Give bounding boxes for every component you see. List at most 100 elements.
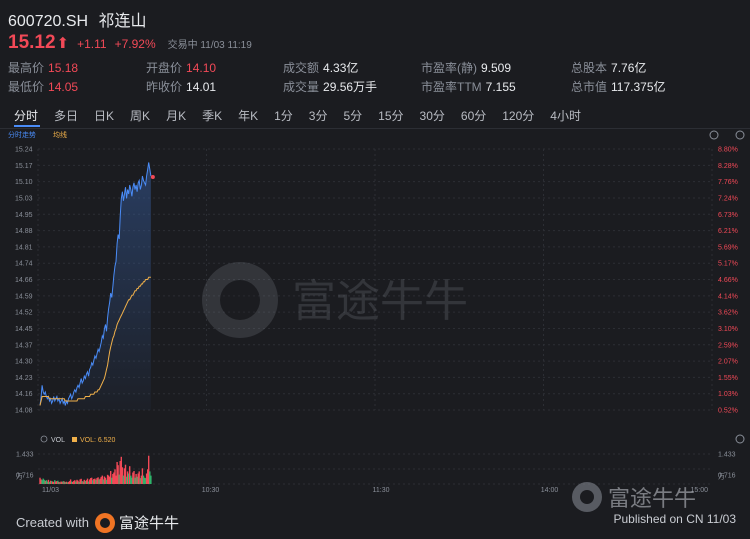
trade-status: 交易中 11/03 11:19 <box>167 40 252 51</box>
percent-tick-label: 4.66% <box>718 277 738 284</box>
tab-intraday[interactable]: 分时 <box>14 107 38 124</box>
metric-value: 7.155 <box>485 80 516 94</box>
price-tick-label: 14.45 <box>15 326 33 333</box>
percent-axis-labels: 8.80% 8.28% 7.76% 7.24% 6.73% 6.21% 5.69% 5.17%… <box>718 147 738 415</box>
last-price-dot <box>150 175 155 179</box>
price-tick-label: 14.30 <box>15 359 33 366</box>
tab-1min[interactable]: 1分 <box>274 107 293 124</box>
created-prefix: Created with <box>16 515 89 530</box>
tab-4hour[interactable]: 4小时 <box>550 107 581 124</box>
percent-tick-label: 5.69% <box>718 244 738 251</box>
metric-open: 开盘价 14.10 <box>146 59 216 76</box>
tab-multi-day[interactable]: 多日 <box>54 107 78 124</box>
collapse-icon[interactable] <box>709 130 719 140</box>
percent-tick-label: 2.07% <box>718 359 738 366</box>
price-tick-label: 15.10 <box>15 179 33 186</box>
created-with: Created with 富途牛牛 <box>16 512 179 533</box>
metric-label: 成交额 <box>283 61 320 75</box>
price-tick-label: 15.24 <box>15 147 33 154</box>
price-tick-label: 14.59 <box>15 293 33 300</box>
percent-tick-label: 7.24% <box>718 195 738 202</box>
tab-5min[interactable]: 5分 <box>343 107 362 124</box>
price-tick-label: 14.95 <box>15 212 33 219</box>
vol-tick-label: 万 <box>16 473 23 481</box>
metric-market-cap: 总市值 117.375亿 <box>571 78 666 95</box>
price-tick-label: 14.37 <box>15 342 33 349</box>
percent-tick-label: 3.10% <box>718 326 738 333</box>
price-change: +1.11 <box>77 37 107 51</box>
watermark-brand: 富途牛牛 <box>292 277 468 326</box>
vol-value: VOL: 6.520 <box>80 437 116 444</box>
tab-quarter-k[interactable]: 季K <box>202 107 222 124</box>
volume-bar <box>150 475 152 484</box>
tab-year-k[interactable]: 年K <box>238 107 258 124</box>
metric-label: 昨收价 <box>146 80 183 94</box>
vol-toggle-icon[interactable] <box>40 435 48 443</box>
price-tick-label: 14.08 <box>15 408 33 415</box>
metric-value: 14.10 <box>186 61 217 75</box>
price-tick-label: 14.74 <box>15 261 33 268</box>
percent-tick-label: 8.28% <box>718 163 738 170</box>
vol-tick-label: 1.433 <box>16 452 34 459</box>
metric-value: 15.18 <box>48 61 79 75</box>
price-area <box>40 162 151 410</box>
metric-prev-close: 昨收价 14.01 <box>146 78 216 95</box>
time-tick-label: 11/03 <box>42 487 59 494</box>
stock-code: 600720.SH <box>8 13 89 30</box>
price-tick-label: 14.88 <box>15 228 33 235</box>
vol-tick-label-right: 万 <box>718 473 725 481</box>
metric-label: 开盘价 <box>146 61 183 75</box>
created-brand: 富途牛牛 <box>118 515 179 532</box>
stock-name: 祁连山 <box>98 13 147 30</box>
tab-day-k[interactable]: 日K <box>94 107 114 124</box>
tab-3min[interactable]: 3分 <box>309 107 328 124</box>
metric-value: 117.375亿 <box>611 80 666 94</box>
watermark-logo: 富途牛牛 <box>202 262 468 338</box>
price-tick-label: 14.23 <box>15 375 33 382</box>
metric-label: 总股本 <box>571 61 608 75</box>
price-tick-label: 14.52 <box>15 310 33 317</box>
active-tab-underline <box>14 125 40 127</box>
footer: Created with 富途牛牛 Published on CN 11/03 <box>0 500 750 539</box>
tab-30min[interactable]: 30分 <box>420 107 445 124</box>
time-tick-label: 11:30 <box>373 487 390 494</box>
metric-label: 总市值 <box>571 80 608 94</box>
metric-value: 4.33亿 <box>323 61 359 75</box>
price-area-fill <box>40 162 151 410</box>
metric-value: 9.509 <box>481 61 512 75</box>
metric-value: 14.01 <box>186 80 217 94</box>
tab-month-k[interactable]: 月K <box>166 107 186 124</box>
vol-settings-icon[interactable] <box>735 434 745 444</box>
metric-value: 7.76亿 <box>611 61 647 75</box>
period-tabs: 分时 多日 日K 周K 月K 季K 年K 1分 3分 5分 15分 30分 60… <box>0 104 750 126</box>
settings-icon[interactable] <box>735 130 745 140</box>
percent-tick-label: 3.62% <box>718 310 738 317</box>
tab-120min[interactable]: 120分 <box>502 107 534 124</box>
metric-total-shares: 总股本 7.76亿 <box>571 59 646 76</box>
metric-label: 最低价 <box>8 80 45 94</box>
tab-15min[interactable]: 15分 <box>378 107 403 124</box>
percent-tick-label: 2.59% <box>718 342 738 349</box>
percent-tick-label: 1.03% <box>718 391 738 398</box>
metric-turnover: 成交额 4.33亿 <box>283 59 358 76</box>
percent-tick-label: 0.52% <box>718 408 738 415</box>
tab-60min[interactable]: 60分 <box>461 107 486 124</box>
futu-brand-icon <box>94 512 115 533</box>
published-note: Published on CN 11/03 <box>613 512 736 526</box>
percent-tick-label: 6.73% <box>718 212 738 219</box>
tab-week-k[interactable]: 周K <box>130 107 150 124</box>
stock-title: 600720.SH 祁连山 <box>8 7 153 31</box>
metric-label: 市盈率TTM <box>421 80 482 94</box>
metric-label: 最高价 <box>8 61 45 75</box>
time-tick-label: 10:30 <box>202 487 220 494</box>
price-tick-label: 14.16 <box>15 391 33 398</box>
vol-legend: VOL VOL: 6.520 <box>40 435 116 444</box>
legend-intraday: 分时走势 <box>8 130 36 139</box>
metric-value: 29.56万手 <box>323 80 378 94</box>
price-line: 15.12 ⬆ +1.11 +7.92% 交易中 11/03 11:19 <box>8 32 252 53</box>
quote-header: 600720.SH 祁连山 15.12 ⬆ +1.11 +7.92% 交易中 1… <box>0 0 750 102</box>
percent-tick-label: 5.17% <box>718 261 738 268</box>
metric-pe-static: 市盈率(静) 9.509 <box>421 59 511 76</box>
price-tick-label: 14.81 <box>15 244 33 251</box>
vol-label: VOL <box>51 437 65 444</box>
